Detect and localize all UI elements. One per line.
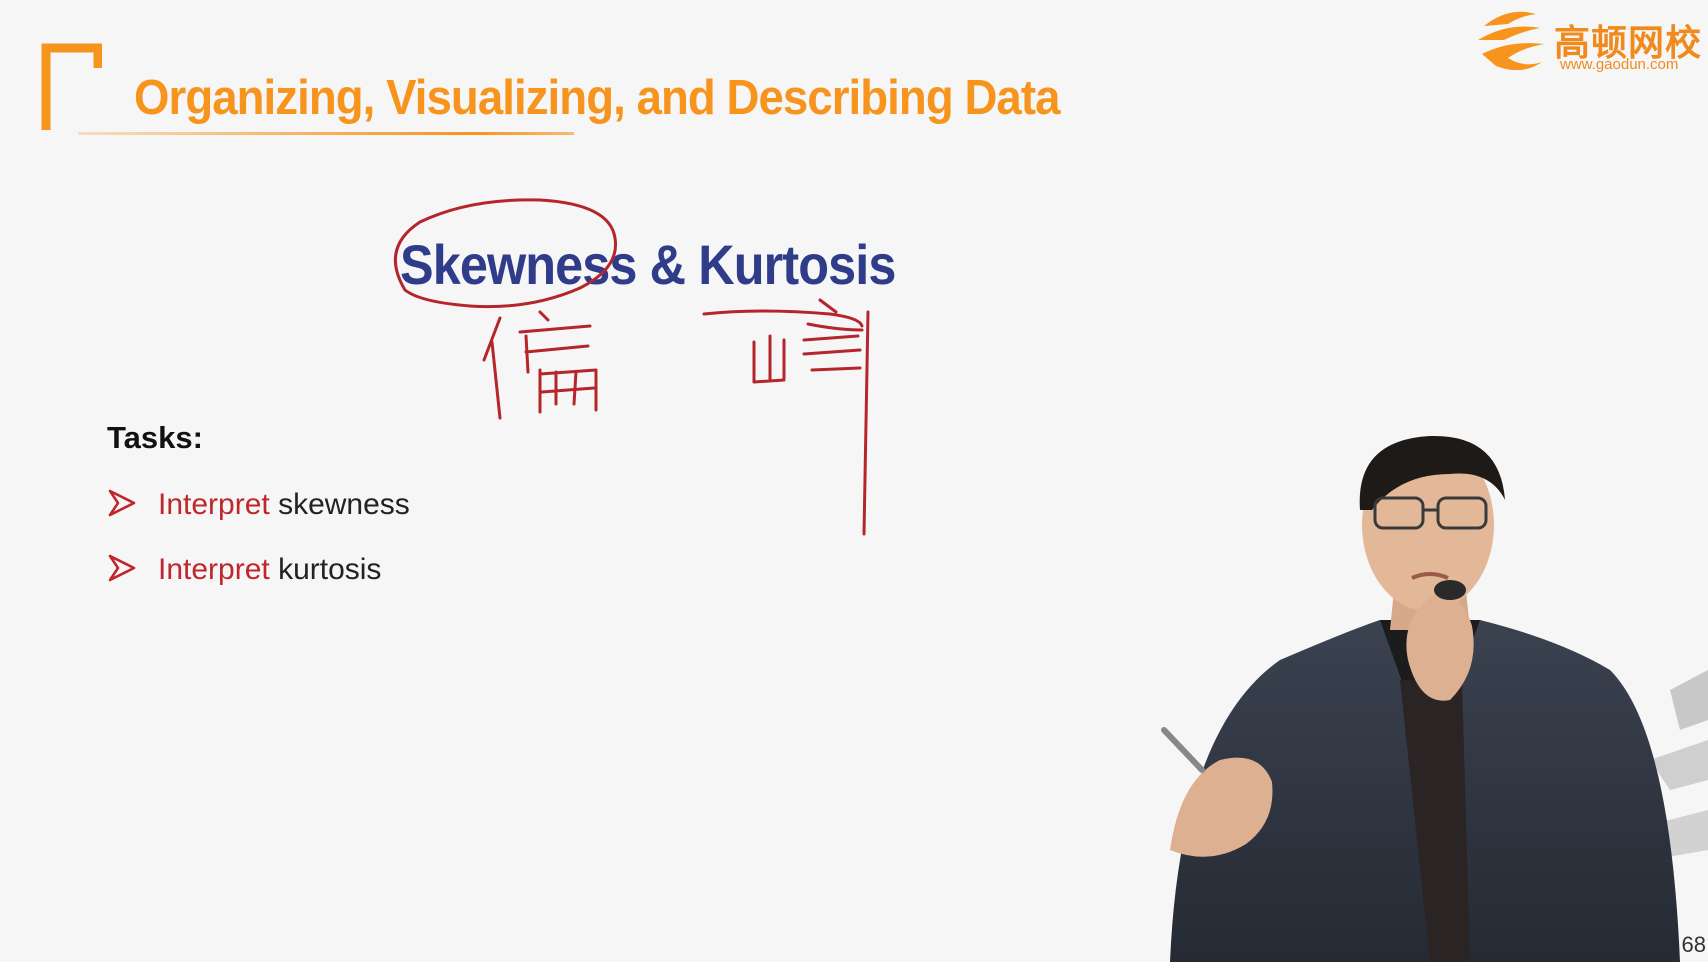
arrowhead-bullet-icon <box>108 554 136 582</box>
gaodun-logo: 高顿网校 www.gaodun.com <box>1474 0 1704 78</box>
presenter-video <box>1161 435 1708 962</box>
annotation-character-pian <box>482 310 598 420</box>
slide-subtitle: Skewness & Kurtosis <box>400 233 896 296</box>
logo-url: www.gaodun.com <box>1560 56 1679 73</box>
tasks-heading: Tasks: <box>107 420 203 455</box>
task-verb: Interpret <box>158 553 270 586</box>
task-item: Interpret kurtosis <box>108 553 381 587</box>
title-underline <box>78 132 574 135</box>
arrowhead-bullet-icon <box>108 489 136 517</box>
task-object: kurtosis <box>269 553 382 586</box>
slide-number: 68 <box>1681 932 1706 957</box>
gaodun-logo-icon <box>1478 11 1544 71</box>
task-object: skewness <box>269 488 410 521</box>
corner-bracket-icon <box>41 43 102 130</box>
task-verb: Interpret <box>158 488 270 521</box>
task-item: Interpret skewness <box>108 488 410 522</box>
annotation-character-feng <box>702 298 870 536</box>
slide-title: Organizing, Visualizing, and Describing … <box>134 71 1060 125</box>
